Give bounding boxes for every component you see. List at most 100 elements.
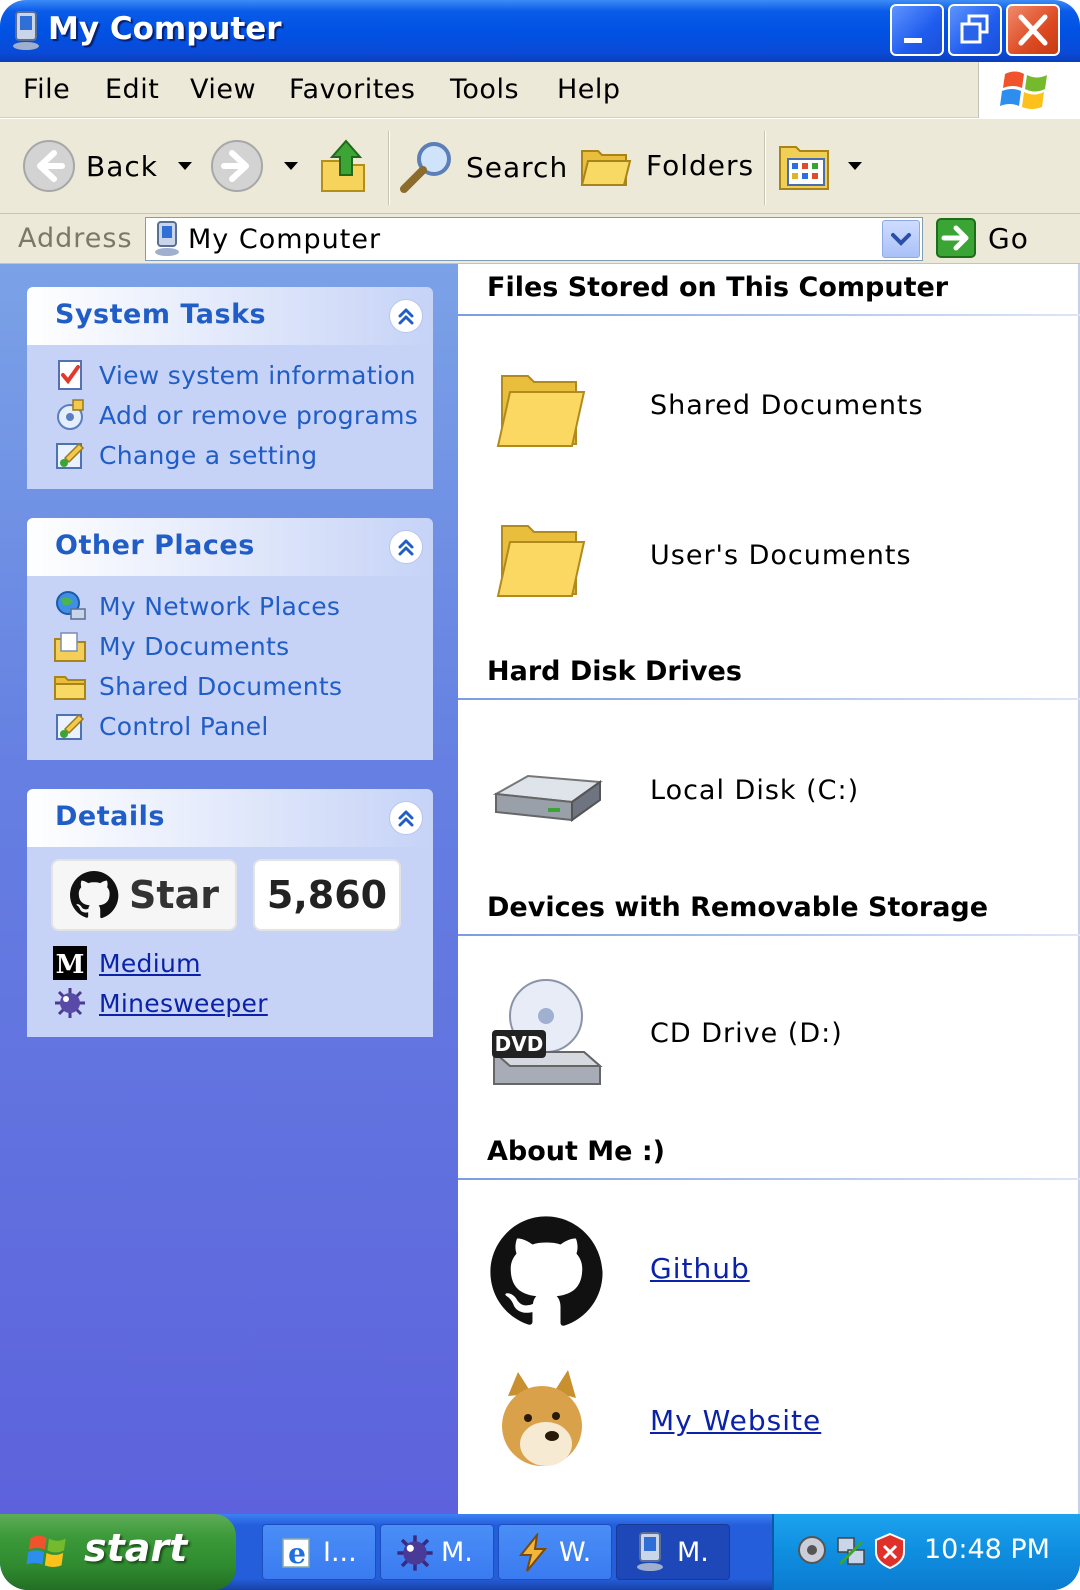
taskbar-button-label: M. xyxy=(677,1537,709,1568)
section-divider xyxy=(458,1178,1080,1180)
back-label: Back xyxy=(86,149,158,183)
collapse-button[interactable] xyxy=(389,530,423,564)
task-change-a-setting[interactable]: Change a setting xyxy=(27,435,433,475)
taskbar-button-winamp[interactable]: W. xyxy=(498,1524,612,1580)
chevron-down-icon xyxy=(891,233,911,246)
close-icon xyxy=(1018,14,1048,46)
taskbar-button-internet-explorer[interactable]: e I... xyxy=(262,1524,376,1580)
github-octocat-icon xyxy=(488,1214,604,1330)
my-computer-icon xyxy=(155,221,179,256)
github-star-button[interactable]: Star xyxy=(51,859,237,931)
menu-file[interactable]: File xyxy=(23,74,70,105)
collapse-button[interactable] xyxy=(389,299,423,333)
start-label: start xyxy=(84,1526,188,1570)
search-button[interactable]: Search xyxy=(398,139,568,195)
other-places-panel: Other Places My Network Places My Docume… xyxy=(27,518,433,760)
address-label: Address xyxy=(18,223,133,254)
system-tray: 10:48 PM xyxy=(772,1514,1080,1590)
forward-dropdown-caret[interactable] xyxy=(284,162,298,170)
system-tasks-body: View system information Add or remove pr… xyxy=(27,345,433,489)
system-tasks-header[interactable]: System Tasks xyxy=(27,287,433,345)
back-dropdown-caret[interactable] xyxy=(177,162,192,170)
views-dropdown-caret[interactable] xyxy=(848,162,862,170)
minesweeper-mine-icon xyxy=(397,1535,433,1571)
other-places-header[interactable]: Other Places xyxy=(27,518,433,576)
dvd-drive-icon: DVD xyxy=(491,979,603,1085)
address-dropdown-button[interactable] xyxy=(882,220,920,258)
volume-icon[interactable] xyxy=(796,1534,832,1570)
item-label: Shared Documents xyxy=(650,390,924,421)
item-link: My Website xyxy=(650,1404,822,1437)
folders-button[interactable]: Folders xyxy=(580,141,754,189)
item-my-website[interactable]: My Website xyxy=(488,1364,1048,1474)
folders-icon xyxy=(580,150,632,186)
back-button[interactable]: Back xyxy=(22,139,192,193)
task-view-system-information[interactable]: View system information xyxy=(27,355,433,395)
minimize-button[interactable] xyxy=(890,4,944,56)
forward-button[interactable] xyxy=(210,139,298,193)
menu-view[interactable]: View xyxy=(190,74,256,105)
toolbar-separator xyxy=(764,131,766,205)
folder-icon xyxy=(496,375,586,447)
details-header[interactable]: Details xyxy=(27,789,433,847)
close-button[interactable] xyxy=(1006,4,1060,56)
start-button[interactable]: start xyxy=(0,1514,236,1590)
go-button[interactable]: Go xyxy=(936,218,1029,258)
item-shared-documents[interactable]: Shared Documents xyxy=(488,364,1048,454)
restore-button[interactable] xyxy=(948,4,1002,56)
menu-favorites[interactable]: Favorites xyxy=(289,74,415,105)
place-label: My Documents xyxy=(99,631,290,661)
menu-tools[interactable]: Tools xyxy=(450,74,519,105)
svg-text:M: M xyxy=(56,950,85,980)
back-arrow-icon xyxy=(23,140,75,192)
security-shield-icon[interactable] xyxy=(872,1532,908,1570)
menu-edit[interactable]: Edit xyxy=(105,74,159,105)
network-places-icon xyxy=(56,591,86,620)
item-label: Local Disk (C:) xyxy=(650,775,860,806)
taskbar-button-my-computer[interactable]: M. xyxy=(616,1524,730,1580)
place-my-documents[interactable]: My Documents xyxy=(27,626,433,666)
go-label: Go xyxy=(988,221,1029,255)
link-medium[interactable]: M Medium xyxy=(27,943,201,983)
github-octocat-icon xyxy=(70,871,119,919)
taskbar-button-label: W. xyxy=(559,1537,592,1568)
link-minesweeper[interactable]: Minesweeper xyxy=(27,983,268,1023)
network-icon[interactable] xyxy=(834,1534,870,1570)
internet-explorer-icon: e xyxy=(282,1537,310,1570)
item-users-documents[interactable]: User's Documents xyxy=(488,514,1048,604)
panel-title: Details xyxy=(55,801,165,832)
address-value: My Computer xyxy=(188,224,382,255)
other-places-body: My Network Places My Documents Shared Do… xyxy=(27,576,433,760)
views-button[interactable] xyxy=(778,139,862,193)
panel-title: Other Places xyxy=(55,530,255,561)
minesweeper-mine-icon xyxy=(55,988,85,1018)
place-shared-documents[interactable]: Shared Documents xyxy=(27,666,433,706)
restore-icon xyxy=(960,14,989,44)
clock: 10:48 PM xyxy=(924,1534,1050,1565)
star-count[interactable]: 5,860 xyxy=(253,859,401,931)
item-local-disk-c[interactable]: Local Disk (C:) xyxy=(488,749,1048,839)
title-bar[interactable]: My Computer xyxy=(0,0,1080,62)
taskbar-button-minesweeper[interactable]: M. xyxy=(380,1524,494,1580)
my-computer-icon xyxy=(637,1532,663,1571)
control-panel-icon xyxy=(56,713,85,740)
double-chevron-up-icon xyxy=(398,539,414,556)
search-magnifier-icon xyxy=(400,142,451,193)
place-control-panel[interactable]: Control Panel xyxy=(27,706,433,746)
content-pane: Files Stored on This Computer Shared Doc… xyxy=(458,264,1080,1514)
collapse-button[interactable] xyxy=(389,801,423,835)
section-divider xyxy=(458,698,1080,700)
item-github[interactable]: Github xyxy=(488,1212,1048,1332)
task-add-remove-programs[interactable]: Add or remove programs xyxy=(27,395,433,435)
up-folder-button[interactable] xyxy=(318,137,368,195)
menu-help[interactable]: Help xyxy=(557,74,621,105)
windows-logo-box xyxy=(978,62,1080,118)
folder-icon xyxy=(54,676,86,700)
place-my-network-places[interactable]: My Network Places xyxy=(27,586,433,626)
item-cd-drive-d[interactable]: DVD CD Drive (D:) xyxy=(488,976,1048,1096)
section-title: Hard Disk Drives xyxy=(487,656,742,687)
double-chevron-up-icon xyxy=(398,308,414,325)
folder-icon xyxy=(496,525,586,597)
address-field[interactable]: My Computer xyxy=(145,217,923,261)
go-arrow-icon xyxy=(936,218,976,258)
